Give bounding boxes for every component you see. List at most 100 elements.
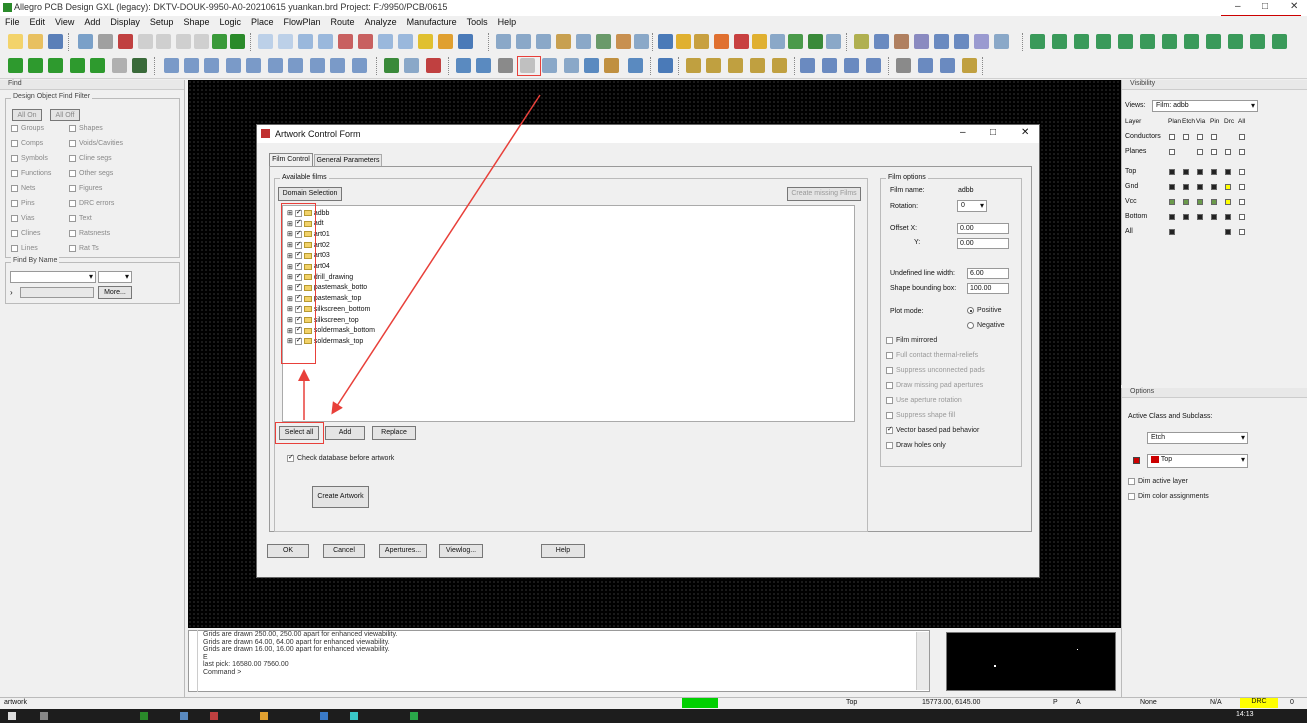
find-name-input[interactable] [20,287,94,298]
route-c-icon[interactable] [894,34,909,49]
status-drc[interactable]: DRC [1240,698,1278,708]
stop-icon[interactable] [212,34,227,49]
apertures-button[interactable]: Apertures... [379,544,427,558]
right-filter-checkbox[interactable] [69,140,76,147]
console-scrollbar[interactable] [916,632,929,690]
left-filter-checkbox[interactable] [11,245,18,252]
negative-radio[interactable] [967,322,974,329]
left-filter-checkbox[interactable] [11,125,18,132]
pin-icon[interactable] [230,34,245,49]
visibility-cell[interactable] [1211,149,1217,155]
mfg-k-icon[interactable] [628,58,643,73]
mfg-h-icon[interactable] [564,58,579,73]
left-filter-checkbox[interactable] [11,140,18,147]
dim-color-checkbox[interactable] [1128,493,1135,500]
visibility-cell[interactable] [1197,134,1203,140]
all-off-button[interactable]: All Off [50,109,80,121]
edit-d-icon[interactable] [1096,34,1111,49]
route-h-icon[interactable] [994,34,1009,49]
viewlog-button[interactable]: Viewlog... [439,544,483,558]
undefined-line-width-input[interactable]: 6.00 [967,268,1009,279]
film-option-row[interactable]: Suppress shape fill [886,412,955,419]
dim-f-icon[interactable] [268,58,283,73]
dim-g-icon[interactable] [288,58,303,73]
menu-setup[interactable]: Setup [145,16,179,30]
zoom-out-icon[interactable] [358,34,373,49]
visibility-cell[interactable] [1169,134,1175,140]
dialog-close-button[interactable]: ✕ [1021,127,1029,138]
right-filter-checkbox[interactable] [69,170,76,177]
subclass-select[interactable]: Top [1147,454,1248,468]
edit-c-icon[interactable] [1074,34,1089,49]
light-icon[interactable] [752,34,767,49]
dim-a-icon[interactable] [164,58,179,73]
visibility-cell[interactable] [1197,214,1203,220]
layer-d-icon[interactable] [70,58,85,73]
search-icon[interactable] [40,712,48,720]
layers-icon[interactable] [458,34,473,49]
visibility-cell[interactable] [1169,199,1175,205]
visibility-cell[interactable] [1239,184,1245,190]
right-filter-checkbox[interactable] [69,200,76,207]
negative-radio-row[interactable]: Negative [967,322,1005,329]
cancel-button[interactable]: Cancel [323,544,365,558]
right-filter-checkbox[interactable] [69,185,76,192]
visibility-cell[interactable] [1211,169,1217,175]
mfg-e-icon[interactable] [476,58,491,73]
edit-b-icon[interactable] [1052,34,1067,49]
rotation-select[interactable]: 0 [957,200,987,212]
dialog-minimize-button[interactable]: – [960,127,966,138]
film-option-row[interactable]: Draw holes only [886,442,946,449]
left-filter-row[interactable]: Pins [11,200,35,207]
left-filter-row[interactable]: Functions [11,170,51,177]
film-option-checkbox[interactable] [886,367,893,374]
route-g-icon[interactable] [974,34,989,49]
left-filter-checkbox[interactable] [11,155,18,162]
right-filter-checkbox[interactable] [69,245,76,252]
menu-logic[interactable]: Logic [214,16,246,30]
script-icon[interactable] [694,34,709,49]
add-button[interactable]: Add [325,426,365,440]
left-filter-row[interactable]: Clines [11,230,40,237]
menu-display[interactable]: Display [105,16,145,30]
zoom-in-icon[interactable] [338,34,353,49]
visibility-cell[interactable] [1225,149,1231,155]
visibility-cell[interactable] [1169,149,1175,155]
menu-edit[interactable]: Edit [25,16,51,30]
all-on-button[interactable]: All On [12,109,42,121]
open-folder-icon[interactable] [28,34,43,49]
dim-j-icon[interactable] [352,58,367,73]
right-filter-checkbox[interactable] [69,230,76,237]
film-option-checkbox[interactable] [886,382,893,389]
right-filter-row[interactable]: Rat Ts [69,245,99,252]
allegro-taskbar-icon[interactable] [140,712,148,720]
left-filter-checkbox[interactable] [11,185,18,192]
menu-route[interactable]: Route [326,16,360,30]
analysis-h-icon[interactable] [822,58,837,73]
analysis-i-icon[interactable] [844,58,859,73]
film-option-row[interactable]: Film mirrored [886,337,937,344]
report-icon[interactable] [634,34,649,49]
visibility-cell[interactable] [1225,169,1231,175]
dim-d-icon[interactable] [226,58,241,73]
menu-file[interactable]: File [0,16,25,30]
start-icon[interactable] [8,712,16,720]
film-option-checkbox[interactable] [886,352,893,359]
taskbar-app-icon[interactable] [210,712,218,720]
dim-active-layer-checkbox[interactable] [1128,478,1135,485]
edit-a-icon[interactable] [1030,34,1045,49]
visibility-cell[interactable] [1197,169,1203,175]
film-option-checkbox[interactable] [886,412,893,419]
visibility-cell[interactable] [1239,229,1245,235]
film-option-row[interactable]: Vector based pad behavior [886,425,979,434]
visibility-cell[interactable] [1239,214,1245,220]
stack-icon[interactable] [596,34,611,49]
shape-bounding-box-input[interactable]: 100.00 [967,283,1009,294]
help-button[interactable]: Help [541,544,585,558]
tool-d-icon[interactable] [788,34,803,49]
edit-g-icon[interactable] [1162,34,1177,49]
visibility-cell[interactable] [1211,134,1217,140]
mfg-d-icon[interactable] [456,58,471,73]
draw-rect-icon[interactable] [918,58,933,73]
menu-add[interactable]: Add [79,16,105,30]
